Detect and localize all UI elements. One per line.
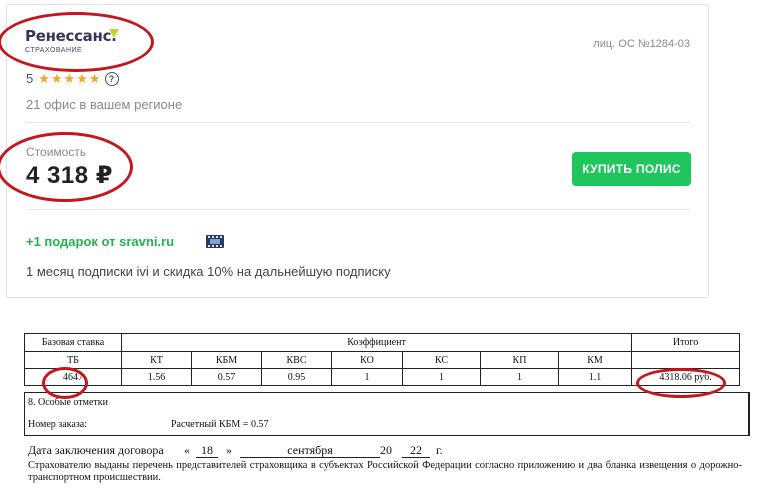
cost-label: Стоимость xyxy=(26,145,87,159)
value-ks: 1 xyxy=(402,368,481,386)
column-header-kbm: КБМ xyxy=(191,351,262,369)
column-header-kp: КП xyxy=(480,351,559,369)
logo-checkmark-icon xyxy=(109,29,119,38)
star-icon: ★ xyxy=(38,71,50,86)
column-header-kt: КТ xyxy=(121,351,192,369)
footer-statement: Страхователю выданы перечень представите… xyxy=(28,460,742,483)
order-number-label: Номер заказа: xyxy=(28,419,87,430)
policy-coefficient-table: Базовая ставка Коэффициент Итого ТБ КТ К… xyxy=(24,333,741,386)
buy-policy-button[interactable]: КУПИТЬ ПОЛИС xyxy=(572,152,691,186)
special-notes-title: 8. Особые отметки xyxy=(28,397,108,408)
column-header-km: КМ xyxy=(557,351,633,369)
value-km: 1.1 xyxy=(557,368,633,386)
insurer-logo-name: Ренессанс. xyxy=(25,27,117,45)
column-header-tb: ТБ xyxy=(24,351,122,369)
contract-date-label: Дата заключения договора xyxy=(28,443,164,457)
total-value: 4318.06 руб. xyxy=(631,368,741,386)
coefficient-header: Коэффициент xyxy=(120,333,633,352)
help-icon[interactable]: ? xyxy=(104,71,119,86)
gift-title: +1 подарок от sravni.ru xyxy=(26,234,175,249)
value-kt: 1.56 xyxy=(121,368,192,386)
column-header-ko: КО xyxy=(331,351,403,369)
offices-in-region-link[interactable]: 21 офис в вашем регионе xyxy=(26,97,182,112)
contract-year-suffix: г. xyxy=(436,443,443,457)
rating: 5 ★ ★ ★ ★ ★ ? xyxy=(26,71,119,86)
contract-date-row: Дата заключения договора « 18 » сентября… xyxy=(28,443,748,459)
column-header-kvs: КВС xyxy=(261,351,332,369)
contract-day: 18 xyxy=(196,443,218,458)
video-film-icon[interactable] xyxy=(206,235,224,248)
close-quote: » xyxy=(226,443,232,457)
calculated-kbm: Расчетный КБМ = 0.57 xyxy=(171,419,269,430)
cost-value: 4 318 ₽ xyxy=(26,162,113,189)
total-empty-cell xyxy=(631,351,741,369)
gift-description: 1 месяц подписки ivi и скидка 10% на дал… xyxy=(26,264,391,279)
value-kp: 1 xyxy=(480,368,559,386)
star-icon: ★ xyxy=(76,71,88,86)
value-tb: 4647 xyxy=(24,368,122,386)
open-quote: « xyxy=(184,443,190,457)
star-icon: ★ xyxy=(50,71,63,86)
license-number: лиц. ОС №1284-03 xyxy=(593,38,690,50)
special-notes-box: 8. Особые отметки Номер заказа: Расчетны… xyxy=(24,392,750,436)
rating-value: 5 xyxy=(26,71,34,86)
insurance-offer-card: Ренессанс. страхование лиц. ОС №1284-03 … xyxy=(6,4,709,298)
insurer-logo[interactable]: Ренессанс. страхование xyxy=(25,27,119,54)
divider xyxy=(26,209,690,210)
value-kbm: 0.57 xyxy=(191,368,262,386)
star-icon: ★ xyxy=(63,71,76,86)
insurer-logo-subtitle: страхование xyxy=(25,47,83,54)
value-ko: 1 xyxy=(331,368,403,386)
contract-year: 22 xyxy=(402,443,430,458)
star-icon: ★ xyxy=(88,71,101,86)
contract-century: 20 xyxy=(380,443,392,457)
total-header: Итого xyxy=(631,333,741,352)
base-rate-header: Базовая ставка xyxy=(24,333,122,352)
value-kvs: 0.95 xyxy=(261,368,332,386)
divider xyxy=(26,122,690,123)
contract-month: сентября xyxy=(240,443,380,458)
column-header-ks: КС xyxy=(402,351,481,369)
